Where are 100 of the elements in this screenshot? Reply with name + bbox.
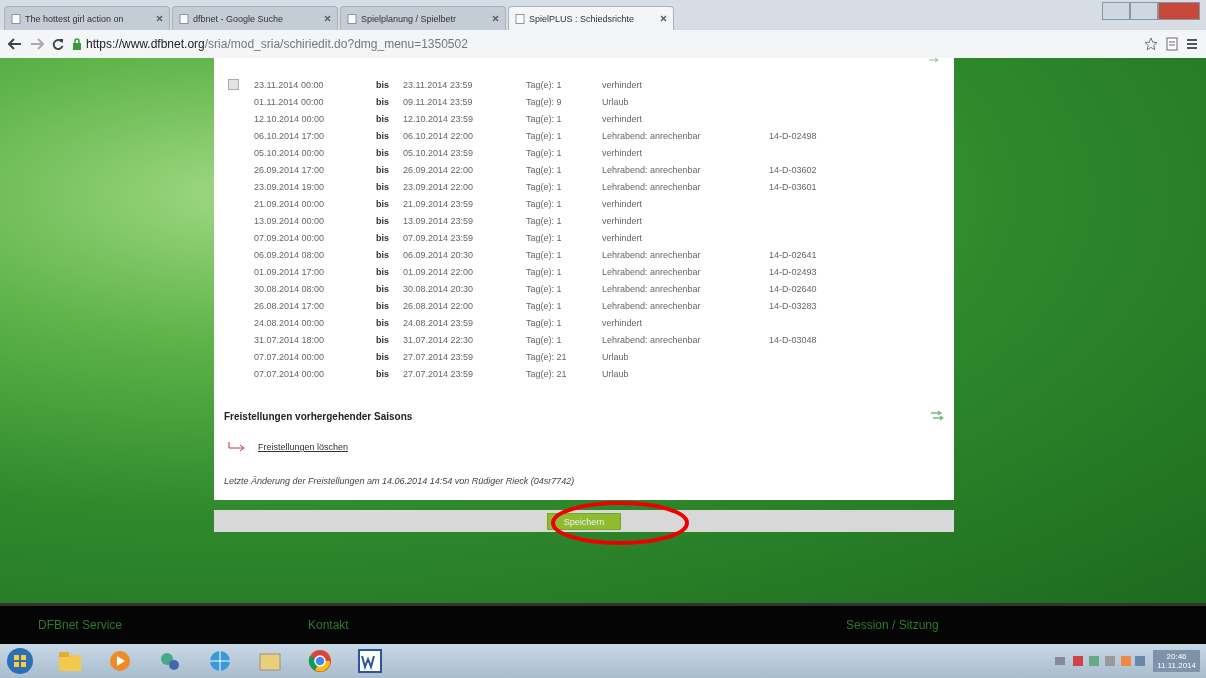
reason-text: verhindert [602, 147, 644, 158]
end-date: 21.09.2014 23:59 [403, 198, 475, 209]
reason-text: Urlaub [602, 96, 630, 107]
clock-time: 20:46 [1166, 652, 1187, 661]
end-date: 09.11.2014 23:59 [403, 96, 474, 107]
delete-link[interactable]: Freistellungen löschen [258, 442, 349, 452]
event-number: 14-D-03602 [769, 164, 818, 175]
reload-icon[interactable] [52, 38, 64, 50]
reason-text: verhindert [602, 215, 644, 226]
start-date: 23.11.2014 00:00 [254, 79, 325, 90]
range-label: bis [376, 249, 390, 260]
footer-link[interactable]: DFBnet Service [38, 618, 308, 632]
checkbox[interactable] [228, 79, 239, 90]
reason-text: Lehrabend: anrechenbar [602, 164, 702, 175]
browser-icon[interactable] [306, 647, 334, 675]
day-count: Tag(e): 1 [526, 198, 563, 209]
day-count: Tag(e): 1 [526, 283, 563, 294]
footer-link[interactable]: Kontakt [308, 618, 846, 632]
arrows-icon[interactable] [930, 410, 944, 422]
tray-icons-drawing[interactable] [1055, 654, 1146, 668]
range-label: bis [376, 317, 390, 328]
range-label: bis [376, 368, 390, 379]
page-icon [515, 13, 525, 24]
event-number: 14-D-02493 [769, 266, 818, 277]
browser-tab[interactable]: dfbnet - Google Suche [172, 6, 338, 30]
close-icon[interactable] [660, 15, 667, 22]
reason-text: Lehrabend: anrechenbar [602, 130, 702, 141]
last-change-text: Letzte Änderung der Freistellungen am 14.06.2014 14:54 von Rüdiger Rieck (04sr7742) [224, 476, 576, 486]
start-date: 23.09.2014 19:00 [254, 181, 326, 192]
browser-tab[interactable]: SpielPLUS : Schiedsrichte [508, 6, 674, 30]
close-icon[interactable] [324, 15, 331, 22]
day-count: Tag(e): 1 [526, 147, 563, 158]
event-number: 14-D-02498 [769, 130, 818, 141]
end-date: 26.08.2014 22:00 [403, 300, 475, 311]
range-label: bis [376, 283, 390, 294]
reason-text: Lehrabend: anrechenbar [602, 334, 702, 345]
range-label: bis [376, 130, 390, 141]
reason-text: verhindert [602, 198, 644, 209]
minimize-button[interactable] [1102, 2, 1130, 20]
range-label: bis [376, 198, 390, 209]
day-count: Tag(e): 1 [526, 181, 563, 192]
range-label: bis [376, 79, 390, 90]
end-date: 12.10.2014 23:59 [403, 113, 475, 124]
end-date: 24.08.2014 23:59 [403, 317, 475, 328]
range-label: bis [376, 266, 390, 277]
end-date: 30.08.2014 20:30 [403, 283, 475, 294]
end-date: 31.07.2014 22:30 [403, 334, 475, 345]
range-label: bis [376, 164, 390, 175]
start-date: 30.08.2014 08:00 [254, 283, 326, 294]
day-count: Tag(e): 1 [526, 317, 563, 328]
page-icon [11, 13, 21, 24]
end-date: 27.07.2014 23:59 [403, 368, 475, 379]
menu-icon[interactable] [1186, 38, 1198, 50]
range-label: bis [376, 147, 390, 158]
start-date: 01.09.2014 17:00 [254, 266, 326, 277]
start-date: 21.09.2014 00:00 [254, 198, 326, 209]
start-date: 01.11.2014 00:00 [254, 96, 325, 107]
reason-text: Lehrabend: anrechenbar [602, 300, 702, 311]
maximize-button[interactable] [1130, 2, 1158, 20]
end-date: 13.09.2014 23:59 [403, 215, 475, 226]
range-label: bis [376, 215, 390, 226]
end-date: 23.09.2014 22:00 [403, 181, 475, 192]
reason-text: Lehrabend: anrechenbar [602, 249, 702, 260]
section-heading: Freistellungen vorhergehender Saisons [224, 410, 413, 422]
event-number: 14-D-02641 [769, 249, 818, 260]
clock-date: 11.11.2014 [1157, 661, 1196, 670]
forward-icon[interactable] [30, 38, 44, 50]
page-icon [179, 13, 189, 24]
reason-text: Lehrabend: anrechenbar [602, 181, 702, 192]
reason-text: Lehrabend: anrechenbar [602, 266, 702, 277]
start-date: 12.10.2014 00:00 [254, 113, 326, 124]
document-icon[interactable] [356, 647, 384, 675]
day-count: Tag(e): 1 [526, 300, 563, 311]
range-label: bis [376, 300, 390, 311]
back-icon[interactable] [8, 38, 22, 50]
reason-text: verhindert [602, 317, 644, 328]
browser-tab[interactable]: Spielplanung / Spielbetr [340, 6, 506, 30]
range-label: bis [376, 96, 390, 107]
range-label: bis [376, 181, 390, 192]
day-count: Tag(e): 9 [526, 96, 563, 107]
start-button[interactable] [6, 647, 34, 675]
browser-tab[interactable]: The hottest girl action on [4, 6, 170, 30]
start-date: 07.07.2014 00:00 [254, 368, 326, 379]
close-icon[interactable] [156, 15, 163, 22]
return-arrow-icon [228, 442, 246, 452]
reason-text: Lehrabend: anrechenbar [602, 283, 702, 294]
start-date: 24.08.2014 00:00 [254, 317, 326, 328]
close-icon[interactable] [492, 15, 499, 22]
end-date: 23.11.2014 23:59 [403, 79, 474, 90]
end-date: 05.10.2014 23:59 [403, 147, 475, 158]
footer-link[interactable]: Session / Sitzung [846, 618, 1206, 632]
close-button[interactable] [1158, 2, 1200, 20]
star-icon[interactable] [1144, 37, 1158, 51]
day-count: Tag(e): 1 [526, 334, 563, 345]
range-label: bis [376, 334, 390, 345]
day-count: Tag(e): 1 [526, 113, 563, 124]
day-count: Tag(e): 21 [526, 351, 568, 362]
reason-text: verhindert [602, 79, 644, 90]
event-number: 14-D-03601 [769, 181, 818, 192]
day-count: Tag(e): 1 [526, 232, 563, 243]
